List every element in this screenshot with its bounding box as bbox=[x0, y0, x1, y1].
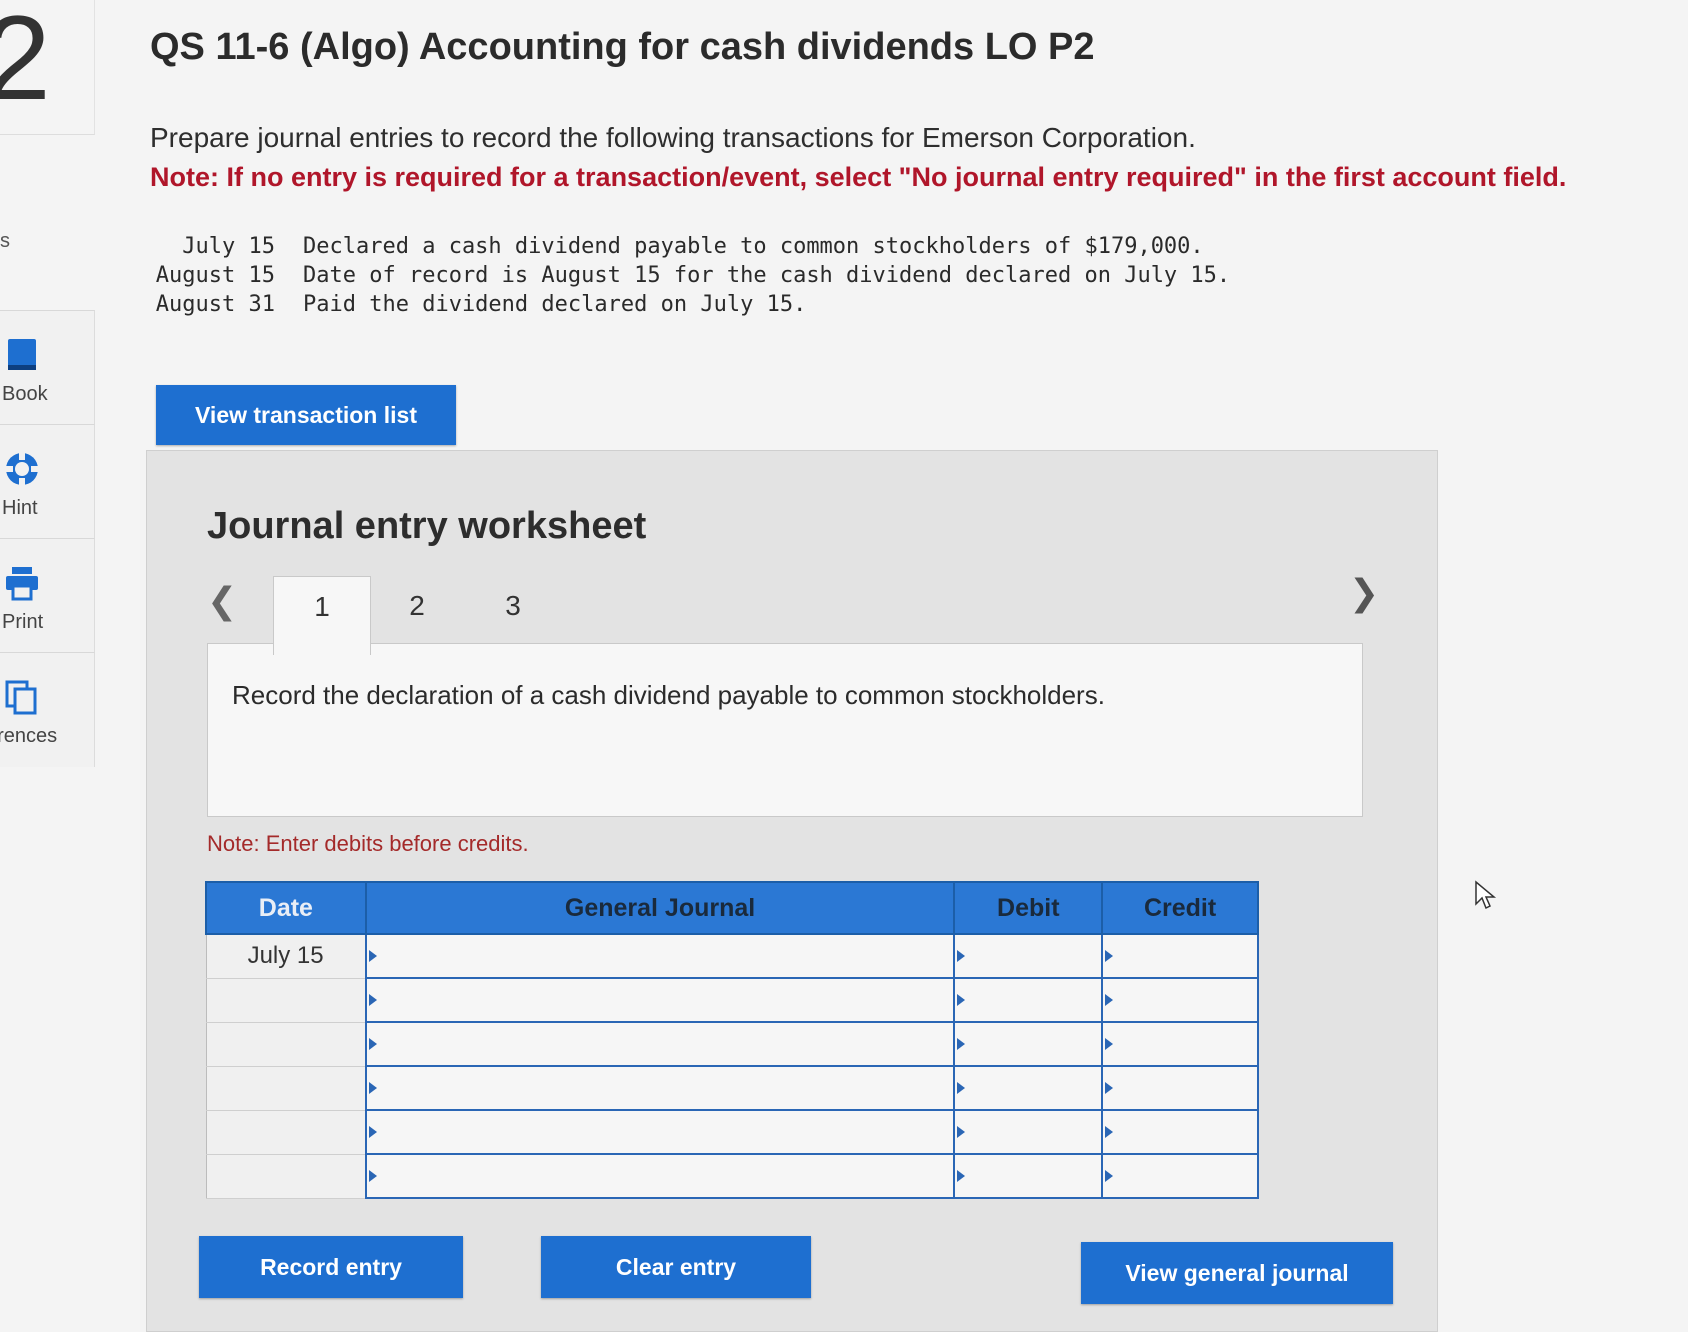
credit-field[interactable] bbox=[1101, 1021, 1259, 1067]
page-title: QS 11-6 (Algo) Accounting for cash divid… bbox=[150, 26, 1095, 68]
debit-field[interactable] bbox=[953, 977, 1104, 1023]
date-cell bbox=[205, 1065, 367, 1111]
table-row bbox=[205, 1021, 1259, 1067]
book-icon bbox=[8, 339, 36, 370]
credit-field[interactable] bbox=[1101, 977, 1259, 1023]
date-cell bbox=[205, 1153, 367, 1199]
sidebar-item-hint[interactable]: Hint bbox=[0, 424, 95, 539]
transaction-date: July 15 bbox=[182, 234, 275, 259]
credit-field[interactable] bbox=[1101, 933, 1259, 979]
tab-1[interactable]: 1 bbox=[273, 576, 371, 655]
sidebar-item-book[interactable]: Book bbox=[0, 310, 95, 425]
credit-field[interactable] bbox=[1101, 1065, 1259, 1111]
clear-entry-button[interactable]: Clear entry bbox=[541, 1236, 811, 1298]
account-field[interactable] bbox=[364, 977, 956, 1023]
left-sidebar: 2 s Book Hint Print erence bbox=[0, 0, 96, 1309]
debits-note: Note: Enter debits before credits. bbox=[207, 831, 529, 856]
column-header-general-journal: General Journal bbox=[364, 881, 956, 935]
debit-field[interactable] bbox=[953, 933, 1104, 979]
transaction-description: Declared a cash dividend payable to comm… bbox=[303, 234, 1204, 259]
table-row bbox=[205, 977, 1259, 1023]
account-field[interactable] bbox=[364, 1153, 956, 1199]
entry-description: Record the declaration of a cash dividen… bbox=[232, 680, 1105, 710]
table-row: July 15 bbox=[205, 933, 1259, 979]
printer-icon bbox=[6, 567, 38, 601]
date-cell bbox=[205, 1109, 367, 1155]
date-cell bbox=[205, 1021, 367, 1067]
transaction-row: August 15 Date of record is August 15 fo… bbox=[150, 261, 1230, 290]
account-field[interactable] bbox=[364, 1021, 956, 1067]
transaction-date: August 31 bbox=[155, 292, 275, 317]
debit-field[interactable] bbox=[953, 1109, 1104, 1155]
date-cell: July 15 bbox=[205, 933, 367, 979]
entry-description-box: Record the declaration of a cash dividen… bbox=[207, 643, 1363, 817]
debit-field[interactable] bbox=[953, 1153, 1104, 1199]
sidebar-partial-label: s bbox=[0, 230, 10, 252]
transaction-description: Date of record is August 15 for the cash… bbox=[303, 263, 1231, 288]
no-entry-note: Note: If no entry is required for a tran… bbox=[150, 162, 1567, 192]
mouse-cursor-icon bbox=[1475, 880, 1497, 910]
transaction-description: Paid the dividend declared on July 15. bbox=[303, 292, 807, 317]
record-entry-button[interactable]: Record entry bbox=[199, 1236, 463, 1298]
transaction-list: July 15 Declared a cash dividend payable… bbox=[150, 232, 1230, 319]
credit-field[interactable] bbox=[1101, 1153, 1259, 1199]
column-header-debit: Debit bbox=[953, 881, 1104, 935]
references-icon bbox=[5, 680, 37, 715]
column-header-date: Date bbox=[205, 881, 367, 935]
transaction-row: August 31 Paid the dividend declared on … bbox=[150, 290, 1230, 319]
date-cell bbox=[205, 977, 367, 1023]
sidebar-item-label: Hint bbox=[2, 497, 38, 519]
chevron-right-icon[interactable]: ❯ bbox=[1349, 573, 1379, 613]
table-row bbox=[205, 1109, 1259, 1155]
debit-field[interactable] bbox=[953, 1021, 1104, 1067]
account-field[interactable] bbox=[364, 1109, 956, 1155]
journal-table: Date General Journal Debit Credit July 1… bbox=[205, 881, 1259, 1199]
sidebar-item-references[interactable]: erences bbox=[0, 652, 95, 767]
instructions-text: Prepare journal entries to record the fo… bbox=[150, 122, 1196, 153]
transaction-date: August 15 bbox=[155, 263, 275, 288]
table-row bbox=[205, 1065, 1259, 1111]
debit-field[interactable] bbox=[953, 1065, 1104, 1111]
view-transaction-list-button[interactable]: View transaction list bbox=[156, 385, 456, 445]
column-header-credit: Credit bbox=[1101, 881, 1259, 935]
question-number: 2 bbox=[0, 0, 95, 135]
credit-field[interactable] bbox=[1101, 1109, 1259, 1155]
account-field[interactable] bbox=[364, 1065, 956, 1111]
lifebuoy-icon bbox=[5, 452, 39, 486]
journal-entry-worksheet: Journal entry worksheet ❮ 1 2 3 ❯ Record… bbox=[146, 450, 1438, 1332]
sidebar-item-print[interactable]: Print bbox=[0, 538, 95, 653]
chevron-left-icon[interactable]: ❮ bbox=[207, 581, 237, 621]
sidebar-item-label: Book bbox=[2, 383, 48, 405]
transaction-row: July 15 Declared a cash dividend payable… bbox=[150, 232, 1230, 261]
sidebar-item-label: Print bbox=[2, 611, 44, 633]
sidebar-item-label: erences bbox=[0, 725, 58, 747]
table-row bbox=[205, 1153, 1259, 1199]
view-general-journal-button[interactable]: View general journal bbox=[1081, 1242, 1393, 1304]
account-field[interactable] bbox=[364, 933, 956, 979]
worksheet-title: Journal entry worksheet bbox=[207, 505, 647, 547]
